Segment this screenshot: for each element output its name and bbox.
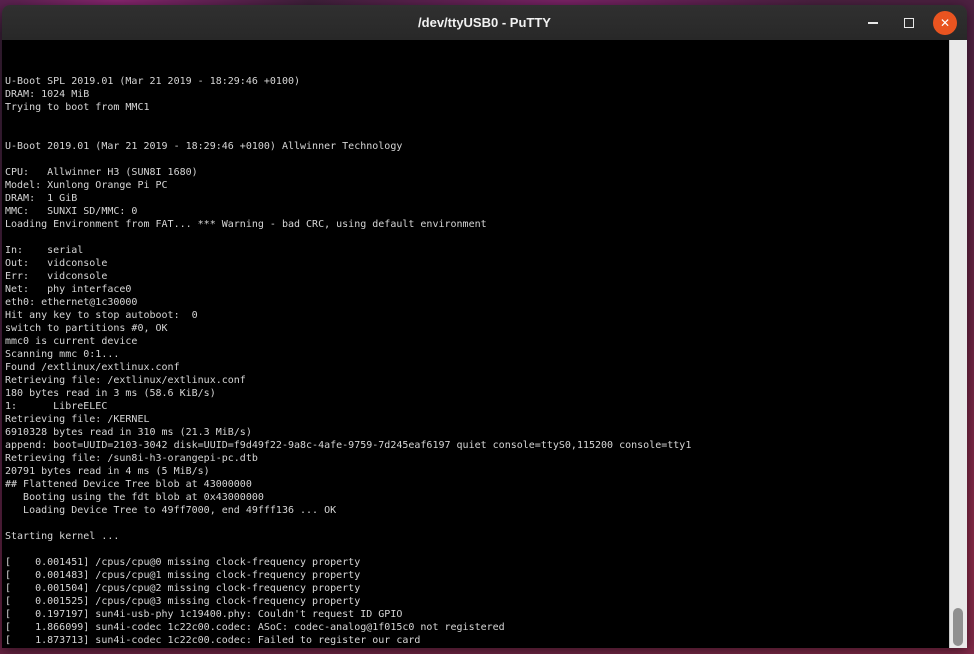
- window-content: U-Boot SPL 2019.01 (Mar 21 2019 - 18:29:…: [2, 40, 967, 648]
- terminal-line: [5, 153, 949, 166]
- terminal-line: [ 0.001525] /cpus/cpu@3 missing clock-fr…: [5, 595, 949, 608]
- scrollbar[interactable]: [949, 40, 967, 648]
- terminal-line: [ 0.197197] sun4i-usb-phy 1c19400.phy: C…: [5, 608, 949, 621]
- terminal-line: [5, 114, 949, 127]
- terminal-line: Model: Xunlong Orange Pi PC: [5, 179, 949, 192]
- maximize-button[interactable]: [897, 11, 921, 35]
- terminal-line: [ 0.001451] /cpus/cpu@0 missing clock-fr…: [5, 556, 949, 569]
- terminal-line: [ 1.866099] sun4i-codec 1c22c00.codec: A…: [5, 621, 949, 634]
- terminal-line: Found /extlinux/extlinux.conf: [5, 361, 949, 374]
- close-icon: ✕: [940, 17, 950, 29]
- terminal-line: CPU: Allwinner H3 (SUN8I 1680): [5, 166, 949, 179]
- terminal-line: 180 bytes read in 3 ms (58.6 KiB/s): [5, 387, 949, 400]
- terminal-line: 6910328 bytes read in 310 ms (21.3 MiB/s…: [5, 426, 949, 439]
- terminal-line: Err: vidconsole: [5, 270, 949, 283]
- putty-window: /dev/ttyUSB0 - PuTTY ✕ U-Boot SPL 2019.0…: [2, 5, 967, 648]
- terminal-line: Retrieving file: /sun8i-h3-orangepi-pc.d…: [5, 452, 949, 465]
- terminal-screen[interactable]: U-Boot SPL 2019.01 (Mar 21 2019 - 18:29:…: [2, 40, 949, 648]
- maximize-icon: [904, 18, 914, 28]
- terminal-line: [ 0.001504] /cpus/cpu@2 missing clock-fr…: [5, 582, 949, 595]
- terminal-line: Trying to boot from MMC1: [5, 101, 949, 114]
- terminal-line: [ 0.001483] /cpus/cpu@1 missing clock-fr…: [5, 569, 949, 582]
- terminal-line: Retrieving file: /extlinux/extlinux.conf: [5, 374, 949, 387]
- terminal-line: [5, 127, 949, 140]
- terminal-line: Booting using the fdt blob at 0x43000000: [5, 491, 949, 504]
- terminal-line: append: boot=UUID=2103-3042 disk=UUID=f9…: [5, 439, 949, 452]
- terminal-line: Scanning mmc 0:1...: [5, 348, 949, 361]
- terminal-line: [ 1.880637] sun4i-i2s 1c22800.i2s: Max p…: [5, 647, 949, 648]
- terminal-line: Loading Environment from FAT... *** Warn…: [5, 218, 949, 231]
- terminal-line: In: serial: [5, 244, 949, 257]
- terminal-lines: U-Boot SPL 2019.01 (Mar 21 2019 - 18:29:…: [5, 75, 949, 648]
- terminal-line: 20791 bytes read in 4 ms (5 MiB/s): [5, 465, 949, 478]
- minimize-button[interactable]: [861, 11, 885, 35]
- terminal-line: Out: vidconsole: [5, 257, 949, 270]
- terminal-line: DRAM: 1024 MiB: [5, 88, 949, 101]
- titlebar[interactable]: /dev/ttyUSB0 - PuTTY ✕: [2, 5, 967, 40]
- terminal-line: MMC: SUNXI SD/MMC: 0: [5, 205, 949, 218]
- terminal-line: Starting kernel ...: [5, 530, 949, 543]
- terminal-line: [5, 517, 949, 530]
- window-controls: ✕: [861, 5, 957, 40]
- terminal-line: Retrieving file: /KERNEL: [5, 413, 949, 426]
- terminal-line: [5, 231, 949, 244]
- terminal-line: Hit any key to stop autoboot: 0: [5, 309, 949, 322]
- terminal-line: Net: phy interface0: [5, 283, 949, 296]
- desktop-background: /dev/ttyUSB0 - PuTTY ✕ U-Boot SPL 2019.0…: [0, 0, 974, 654]
- minimize-icon: [868, 22, 878, 24]
- scrollbar-thumb[interactable]: [953, 608, 963, 646]
- terminal-line: [5, 543, 949, 556]
- window-title: /dev/ttyUSB0 - PuTTY: [2, 5, 967, 40]
- terminal-line: ## Flattened Device Tree blob at 4300000…: [5, 478, 949, 491]
- terminal-line: mmc0 is current device: [5, 335, 949, 348]
- terminal-line: 1: LibreELEC: [5, 400, 949, 413]
- terminal-line: U-Boot SPL 2019.01 (Mar 21 2019 - 18:29:…: [5, 75, 949, 88]
- terminal-line: switch to partitions #0, OK: [5, 322, 949, 335]
- terminal-line: eth0: ethernet@1c30000: [5, 296, 949, 309]
- terminal-line: DRAM: 1 GiB: [5, 192, 949, 205]
- close-button[interactable]: ✕: [933, 11, 957, 35]
- terminal-line: [ 1.873713] sun4i-codec 1c22c00.codec: F…: [5, 634, 949, 647]
- terminal-line: Loading Device Tree to 49ff7000, end 49f…: [5, 504, 949, 517]
- terminal-line: U-Boot 2019.01 (Mar 21 2019 - 18:29:46 +…: [5, 140, 949, 153]
